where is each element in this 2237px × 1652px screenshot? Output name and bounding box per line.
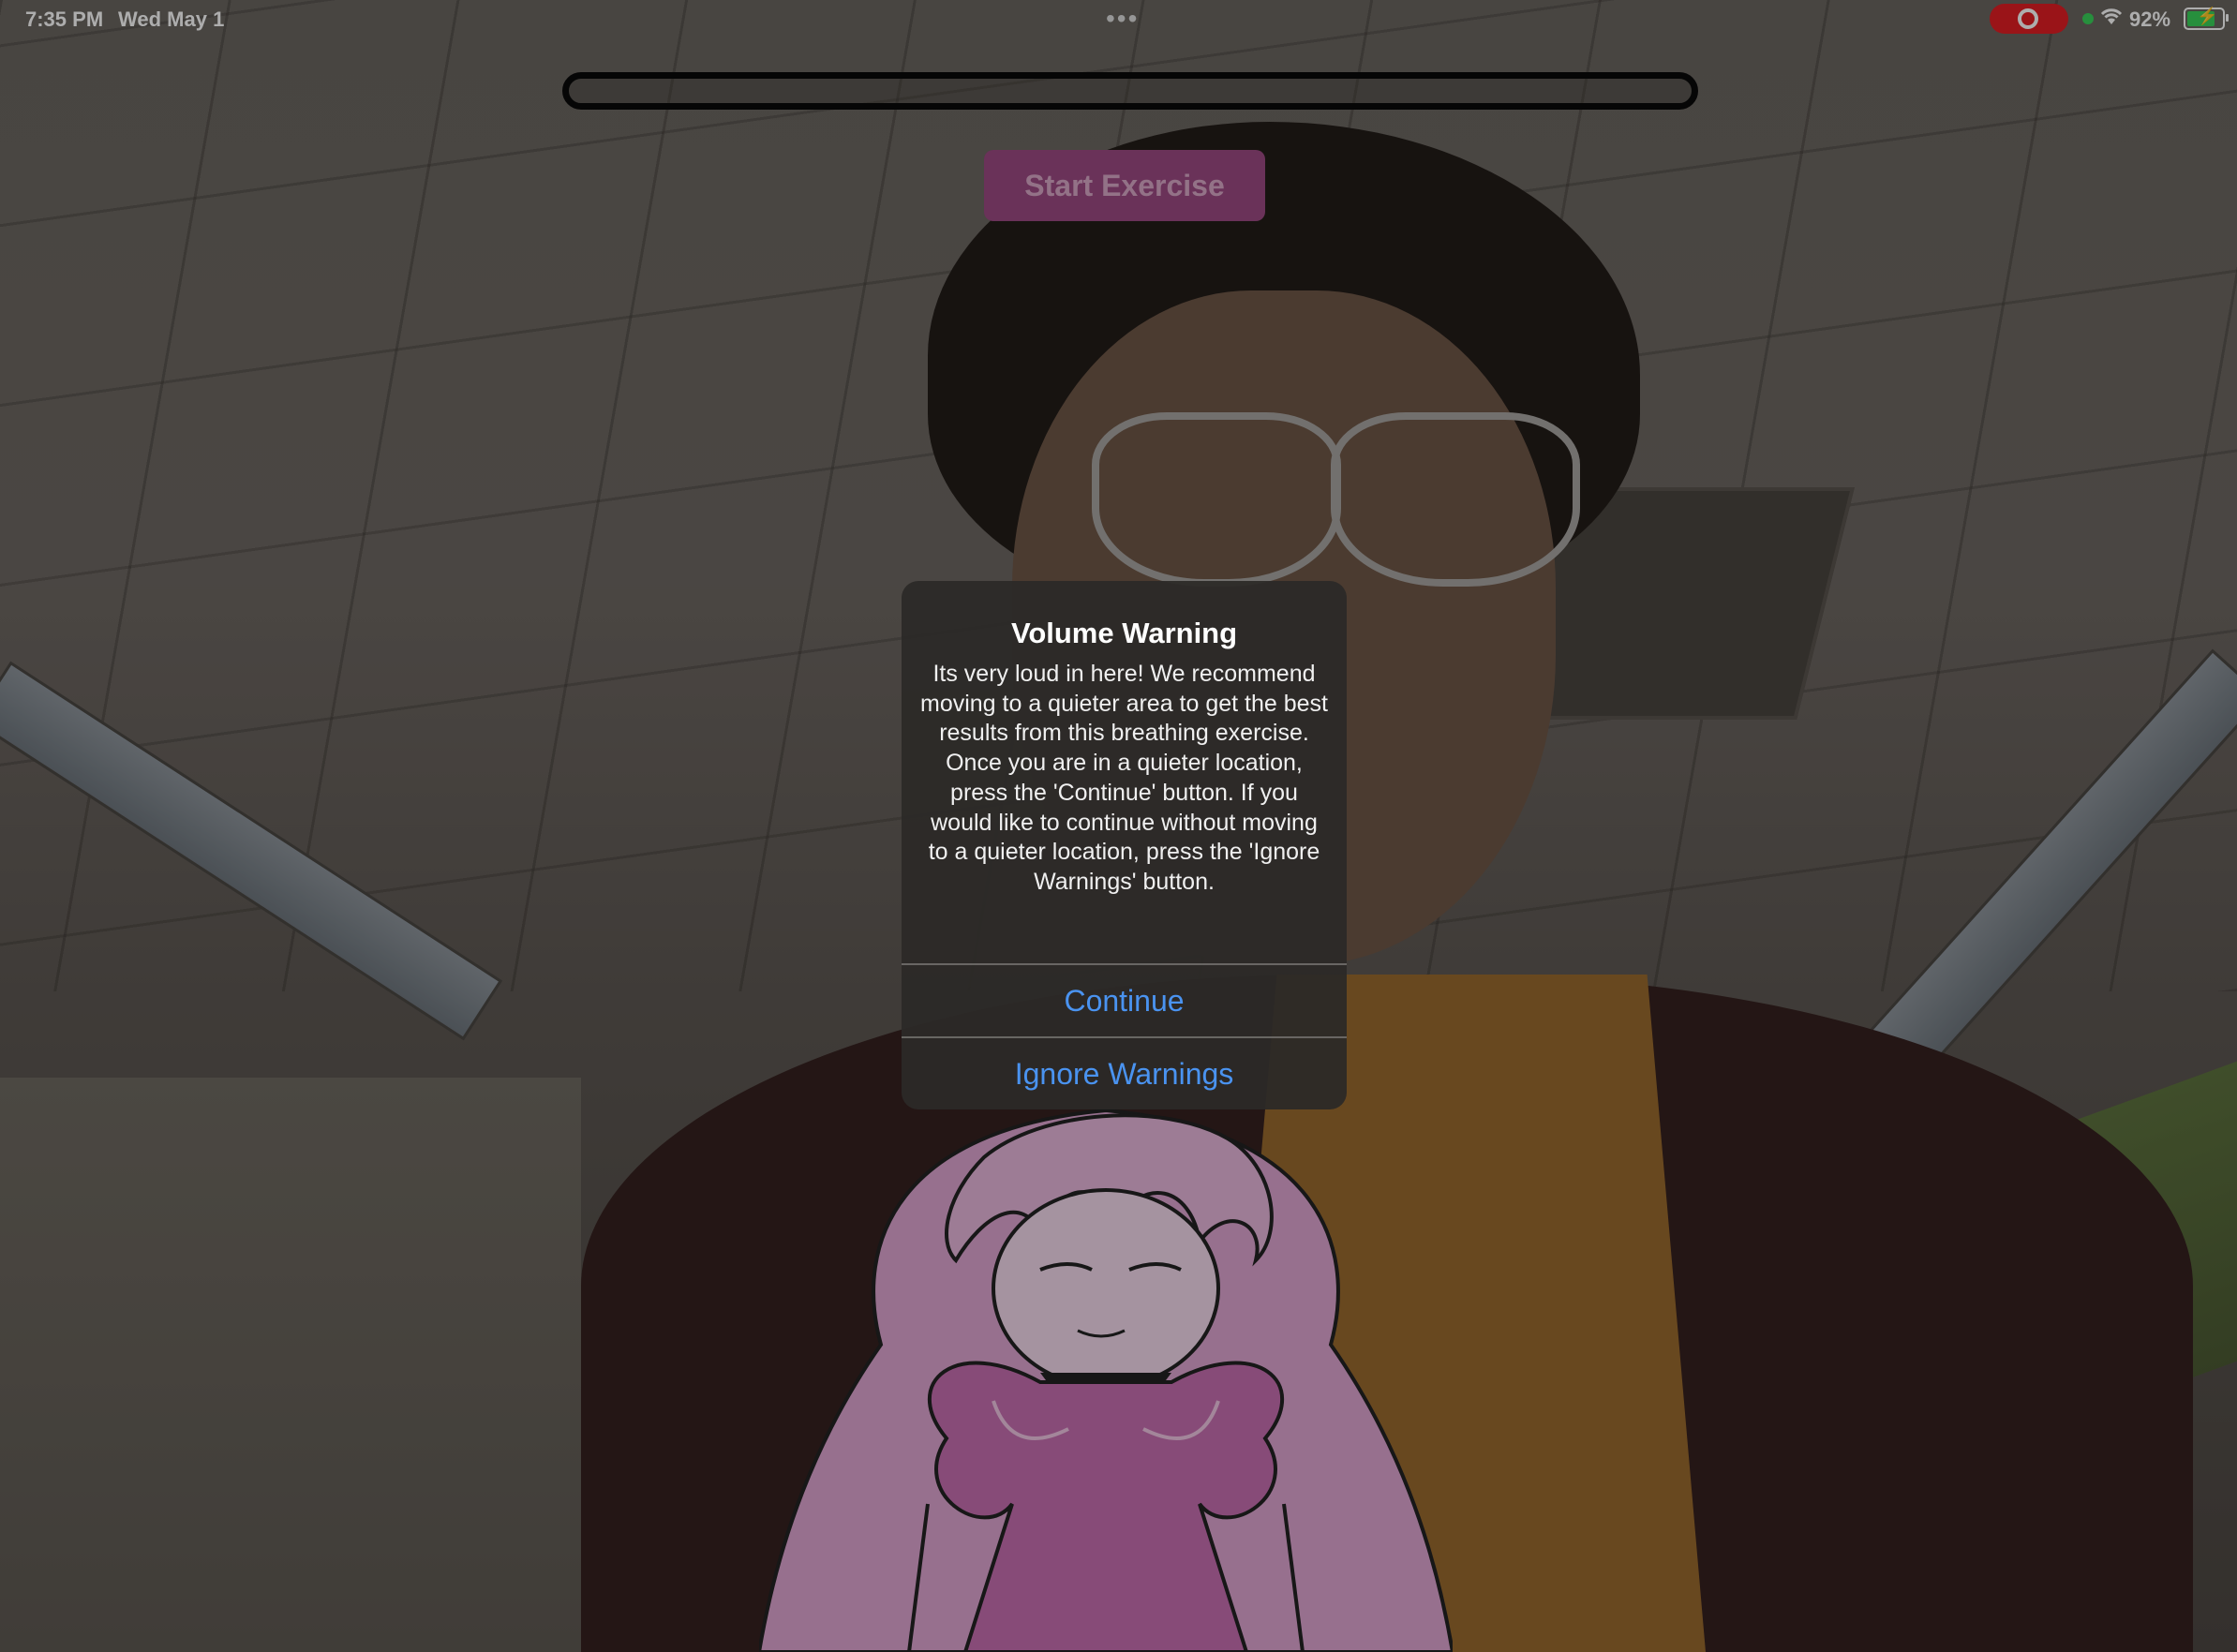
alert-message: Its very loud in here! We recommend movi…	[920, 661, 1328, 895]
ignore-warnings-button[interactable]: Ignore Warnings	[902, 1038, 1347, 1109]
volume-warning-alert: Volume Warning Its very loud in here! We…	[902, 581, 1347, 1109]
alert-title: Volume Warning	[1010, 617, 1238, 649]
continue-button[interactable]: Continue	[902, 965, 1347, 1036]
